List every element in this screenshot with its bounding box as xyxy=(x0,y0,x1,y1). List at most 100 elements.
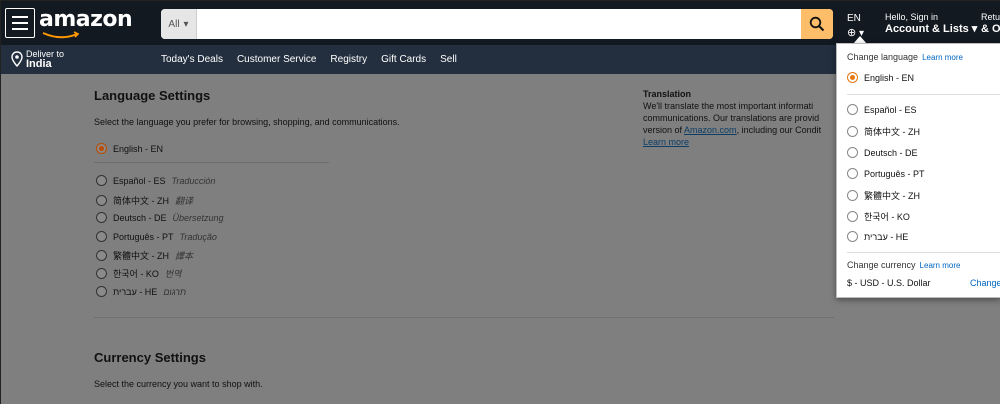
returns-orders[interactable]: Retu & O xyxy=(981,12,1000,36)
language-option-label: 한국어 - KO xyxy=(113,269,159,279)
flyout-language-label: 한국어 - KO xyxy=(864,212,910,222)
search-category-label: All xyxy=(168,18,180,30)
radio-icon xyxy=(847,168,858,179)
change-currency-learn-more[interactable]: Learn more xyxy=(920,261,961,270)
language-option-selected[interactable]: English - EN xyxy=(96,143,163,154)
radio-icon xyxy=(847,231,858,242)
search-category-dropdown[interactable]: All ▾ xyxy=(161,9,197,39)
deliver-to[interactable]: Deliver to India xyxy=(11,49,64,70)
language-option[interactable]: Español - ES Traducción xyxy=(96,175,215,186)
flyout-divider xyxy=(847,94,1000,95)
language-option[interactable]: 简体中文 - ZH 翻译 xyxy=(96,194,193,207)
translation-info: Translation We'll translate the most imp… xyxy=(643,88,835,148)
menu-icon[interactable] xyxy=(5,8,35,38)
flyout-language-option[interactable]: 繁體中文 - ZH xyxy=(847,189,920,202)
top-navbar: amazon All ▾ EN ⊕ ▾ Hello, Sign in Accou… xyxy=(1,1,1000,45)
radio-icon xyxy=(96,231,107,242)
returns-label: Retu xyxy=(981,12,1000,22)
language-option-label: 繁體中文 - ZH xyxy=(113,251,169,261)
current-currency: $ - USD - U.S. Dollar xyxy=(847,278,931,288)
radio-icon xyxy=(847,126,858,137)
nav-link-customer-service[interactable]: Customer Service xyxy=(237,54,316,65)
divider xyxy=(94,162,329,163)
flyout-language-label: 繁體中文 - ZH xyxy=(864,191,920,201)
change-language-header: Change language Learn more xyxy=(847,52,963,62)
language-option-label: English - EN xyxy=(113,143,164,154)
location-pin-icon xyxy=(11,51,23,67)
language-flyout: Change language Learn more English - EN E… xyxy=(836,43,1000,298)
nav-link-gift-cards[interactable]: Gift Cards xyxy=(381,54,426,65)
subnav-links: Today's Deals Customer Service Registry … xyxy=(161,45,457,74)
radio-icon xyxy=(847,104,858,115)
radio-icon xyxy=(96,268,107,279)
language-option-label: 简体中文 - ZH xyxy=(113,196,169,206)
flyout-divider xyxy=(847,252,1000,253)
language-option[interactable]: 한국어 - KO 번역 xyxy=(96,267,181,280)
language-option-label: Português - PT xyxy=(113,231,174,242)
translation-text-prefix: version of xyxy=(643,125,685,135)
radio-selected-icon xyxy=(96,143,107,154)
language-option-hint: Traducción xyxy=(171,175,216,186)
deliver-location: India xyxy=(26,58,52,70)
currency-settings-description: Select the currency you want to shop wit… xyxy=(94,379,263,389)
caret-down-icon: ▾ xyxy=(971,23,978,35)
nav-link-todays-deals[interactable]: Today's Deals xyxy=(161,54,223,65)
nav-link-registry[interactable]: Registry xyxy=(330,54,367,65)
language-option[interactable]: Português - PT Tradução xyxy=(96,231,217,242)
flyout-language-option[interactable]: Deutsch - DE xyxy=(847,147,918,158)
change-currency-link[interactable]: Change xyxy=(970,278,1000,288)
account-lists[interactable]: Hello, Sign in Account & Lists ▾ xyxy=(885,12,977,36)
language-option-hint: תרגום xyxy=(163,286,187,297)
flyout-language-option[interactable]: 简体中文 - ZH xyxy=(847,125,920,138)
language-option[interactable]: 繁體中文 - ZH 譯本 xyxy=(96,249,193,262)
search-icon xyxy=(809,16,825,32)
search-bar: All ▾ xyxy=(161,9,833,39)
amazon-link[interactable]: Amazon.com xyxy=(684,125,737,135)
radio-icon xyxy=(96,212,107,223)
flyout-language-option-selected[interactable]: English - EN xyxy=(847,72,914,83)
search-input[interactable] xyxy=(197,9,801,39)
language-option-label: Deutsch - DE xyxy=(113,212,167,223)
radio-icon xyxy=(96,250,107,261)
language-option[interactable]: Deutsch - DE Übersetzung xyxy=(96,212,224,223)
nav-link-sell[interactable]: Sell xyxy=(440,54,457,65)
flyout-language-option[interactable]: Português - PT xyxy=(847,168,925,179)
radio-icon xyxy=(847,190,858,201)
radio-icon xyxy=(96,286,107,297)
language-option-hint: 번역 xyxy=(164,269,182,279)
change-currency-label: Change currency xyxy=(847,260,916,270)
language-settings-title: Language Settings xyxy=(94,88,211,103)
language-option-hint: Tradução xyxy=(179,231,217,242)
translation-text-line: communications. Our translations are pro… xyxy=(643,113,820,123)
amazon-logo[interactable]: amazon xyxy=(39,7,133,32)
language-option-hint: 翻译 xyxy=(175,196,194,206)
flyout-language-option[interactable]: עברית - HE xyxy=(847,231,908,242)
language-option-hint: Übersetzung xyxy=(172,212,224,223)
logo-smile-icon xyxy=(42,31,80,39)
search-button[interactable] xyxy=(801,9,833,39)
change-currency-header: Change currency Learn more xyxy=(847,260,960,270)
radio-icon xyxy=(847,147,858,158)
radio-selected-icon xyxy=(847,72,858,83)
section-divider xyxy=(94,317,834,318)
radio-icon xyxy=(96,175,107,186)
translation-text-line: We'll translate the most important infor… xyxy=(643,101,814,111)
flyout-language-option[interactable]: 한국어 - KO xyxy=(847,210,910,223)
radio-icon xyxy=(96,195,107,206)
account-greeting: Hello, Sign in xyxy=(885,12,939,22)
flyout-language-option[interactable]: Español - ES xyxy=(847,104,917,115)
language-code: EN xyxy=(847,13,861,24)
flyout-language-label: עברית - HE xyxy=(864,231,909,242)
translation-learn-more-link[interactable]: Learn more xyxy=(643,136,835,148)
account-label: Account & Lists xyxy=(885,23,969,35)
orders-label: & O xyxy=(981,23,1000,35)
language-option[interactable]: עברית - HE תרגום xyxy=(96,286,186,297)
change-language-label: Change language xyxy=(847,52,919,62)
flyout-language-label: Português - PT xyxy=(864,168,925,179)
flyout-language-label: 简体中文 - ZH xyxy=(864,127,920,137)
translation-title: Translation xyxy=(643,89,692,99)
flyout-language-label: English - EN xyxy=(864,72,915,83)
language-option-label: עברית - HE xyxy=(113,286,158,297)
currency-settings-title: Currency Settings xyxy=(94,350,206,365)
change-language-learn-more[interactable]: Learn more xyxy=(922,53,963,62)
